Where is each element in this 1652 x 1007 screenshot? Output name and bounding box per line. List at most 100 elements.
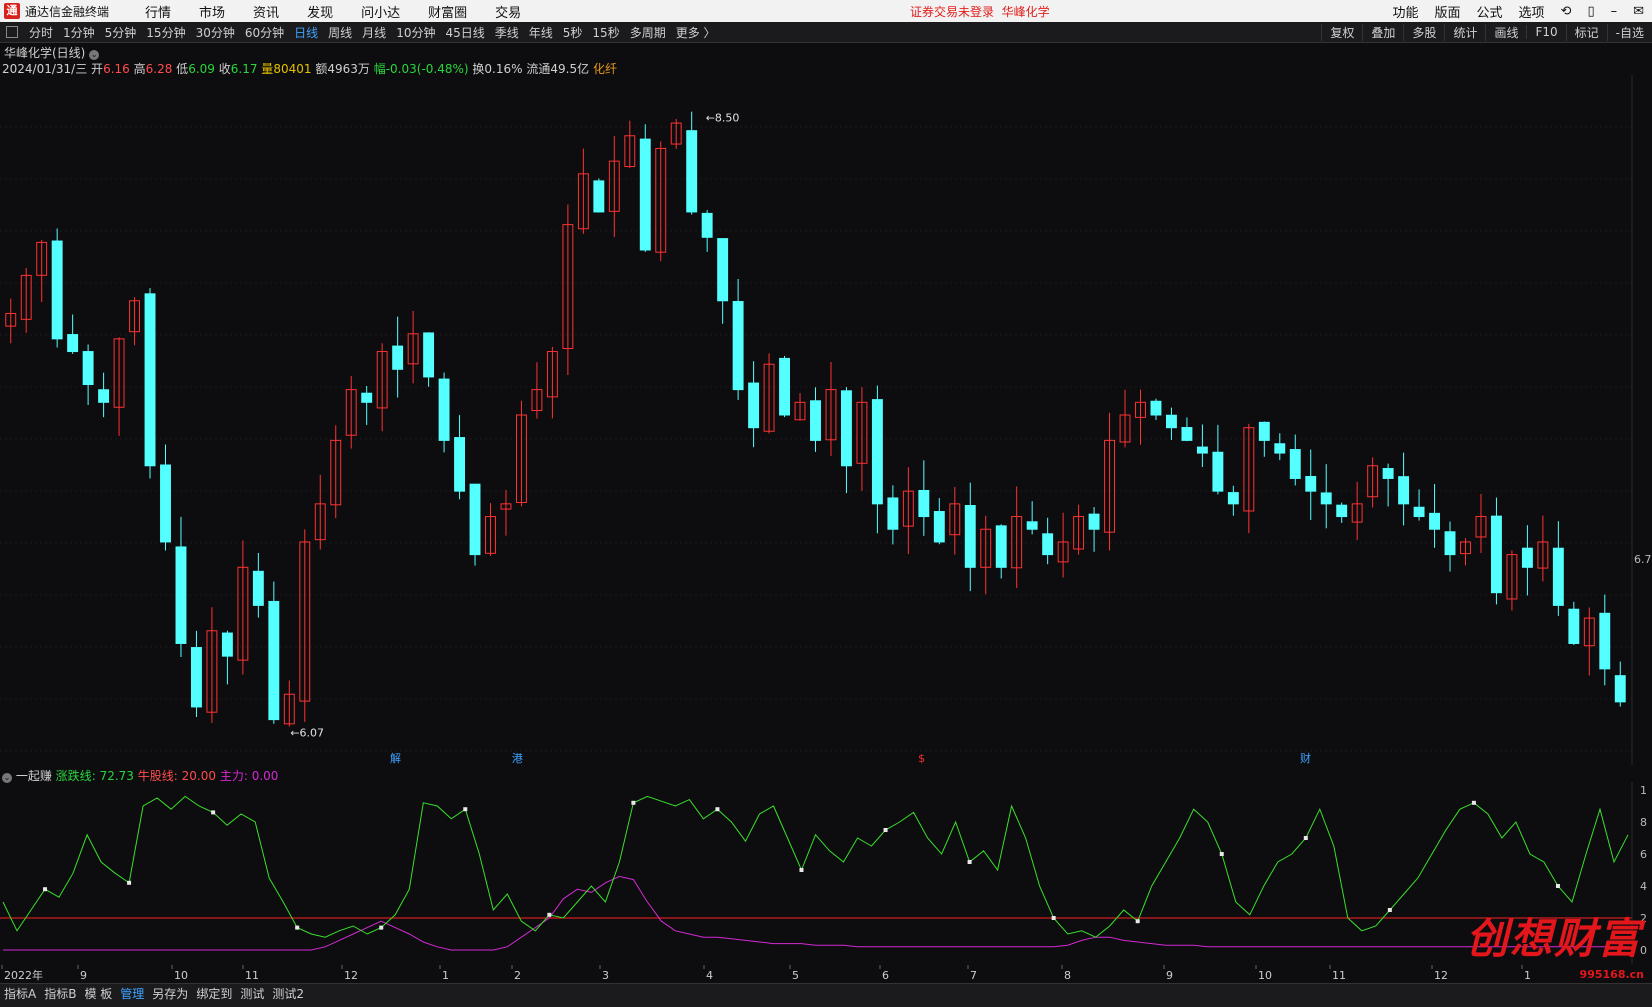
- menu-market[interactable]: 市场: [199, 2, 225, 21]
- x-tick-label: 8: [1064, 969, 1071, 982]
- close-value: 6.17: [230, 62, 258, 76]
- menu-news[interactable]: 资讯: [253, 2, 279, 21]
- float-cap: 流通49.5亿: [526, 62, 590, 76]
- period-weekly[interactable]: 周线: [328, 24, 352, 41]
- candle-body: [964, 505, 976, 568]
- x-tick-label: 12: [344, 969, 358, 982]
- candle-body: [1150, 400, 1162, 416]
- btn-watchlist[interactable]: -自选: [1606, 23, 1652, 41]
- btn-draw[interactable]: 画线: [1485, 23, 1526, 41]
- period-multi[interactable]: 多周期: [630, 24, 666, 41]
- app-logo-icon: 通: [4, 3, 20, 19]
- sector[interactable]: 化纤: [593, 62, 617, 76]
- btn-adjust[interactable]: 复权: [1321, 23, 1362, 41]
- period-yearly[interactable]: 年线: [529, 24, 553, 41]
- series-value-3: 0.00: [251, 769, 279, 783]
- notice-text: 证券交易未登录: [910, 5, 995, 19]
- signal-marker: [1471, 800, 1476, 805]
- candle-body: [701, 212, 713, 238]
- candle-body: [1413, 506, 1425, 518]
- tab-indicator-b[interactable]: 指标B: [40, 985, 80, 1002]
- x-tick-label: 5: [792, 969, 799, 982]
- period-45day[interactable]: 45日线: [445, 24, 484, 41]
- series-name-3: 主力: [219, 769, 244, 783]
- menu-discover[interactable]: 发现: [307, 2, 333, 21]
- signal-marker: [463, 807, 468, 812]
- bottom-tabs: 指标A 指标B 模 板 管理 另存为 绑定到 测试 测试2: [0, 983, 1652, 1002]
- period-30min[interactable]: 30分钟: [196, 24, 235, 41]
- x-tick-label: 7: [970, 969, 977, 982]
- period-daily[interactable]: 日线: [294, 24, 318, 41]
- tab-manage[interactable]: 管理: [116, 985, 148, 1002]
- indicator-tick-label: 6: [1640, 848, 1647, 861]
- candle-body: [191, 647, 202, 708]
- x-tick-label: 9: [80, 969, 87, 982]
- period-15min[interactable]: 15分钟: [146, 24, 185, 41]
- period-10min[interactable]: 10分钟: [396, 24, 435, 41]
- indicator-chart[interactable]: 186420: [0, 782, 1652, 964]
- login-notice[interactable]: 证券交易未登录 华峰化学: [910, 3, 1050, 20]
- menu-wealth-circle[interactable]: 财富圈: [428, 2, 467, 21]
- low-label: 低: [176, 62, 189, 76]
- menu-layout[interactable]: 版面: [1434, 2, 1460, 21]
- high-value: 6.28: [145, 62, 173, 76]
- candle-body: [469, 483, 481, 556]
- signal-marker: [967, 860, 972, 864]
- minimize-icon[interactable]: –: [1611, 4, 1618, 19]
- candle-body: [1320, 492, 1332, 505]
- btn-overlay[interactable]: 叠加: [1362, 23, 1403, 41]
- event-marker-3: 财: [1300, 751, 1311, 765]
- status-bar: [0, 1001, 1652, 1007]
- chevron-down-icon[interactable]: ⌄: [89, 50, 100, 60]
- candle-body: [841, 390, 852, 467]
- panel-toggle-icon[interactable]: [6, 26, 18, 38]
- refresh-icon[interactable]: ⟲: [1561, 4, 1572, 19]
- candlestick-chart[interactable]: ←8.50 ←6.07 解 港 $ 财 6.7: [0, 75, 1652, 765]
- signal-marker: [1387, 908, 1392, 912]
- period-intraday[interactable]: 分时: [29, 24, 53, 41]
- mail-icon[interactable]: ✉: [1633, 4, 1644, 19]
- candle-body: [1026, 521, 1038, 530]
- candle-body: [1042, 533, 1054, 556]
- menu-formula[interactable]: 公式: [1477, 2, 1503, 21]
- indicator-tick-label: 8: [1640, 816, 1647, 829]
- app-name: 通达信金融终端: [25, 4, 110, 19]
- candle-body: [454, 437, 466, 492]
- candle-body: [1258, 421, 1270, 441]
- tab-bind-to[interactable]: 绑定到: [192, 985, 236, 1002]
- candle-body: [918, 489, 930, 518]
- series-name-2: 牛股线: [137, 769, 174, 783]
- period-60min[interactable]: 60分钟: [245, 24, 284, 41]
- candle-body: [1212, 451, 1224, 492]
- tab-test[interactable]: 测试: [236, 985, 268, 1002]
- period-quarterly[interactable]: 季线: [495, 24, 519, 41]
- tab-template[interactable]: 模 板: [80, 985, 116, 1002]
- candle-body: [1429, 512, 1440, 530]
- menu-ask[interactable]: 问小达: [361, 2, 400, 21]
- btn-multi-stock[interactable]: 多股: [1403, 23, 1444, 41]
- period-15sec[interactable]: 15秒: [592, 24, 619, 41]
- menu-options[interactable]: 选项: [1519, 2, 1545, 21]
- period-monthly[interactable]: 月线: [362, 24, 386, 41]
- btn-mark[interactable]: 标记: [1565, 23, 1607, 41]
- stock-title: 华峰化学(日线) ⌄: [4, 44, 100, 61]
- phone-icon[interactable]: ▯: [1587, 4, 1594, 19]
- btn-stats[interactable]: 统计: [1444, 23, 1485, 41]
- tab-indicator-a[interactable]: 指标A: [0, 985, 40, 1002]
- candle-body: [98, 389, 110, 403]
- period-1min[interactable]: 1分钟: [63, 24, 95, 41]
- time-axis: 2022年 9 10 11 12 1 2 3 4 5 6 7 8 9 10 11 12 1: [1, 965, 1531, 982]
- candle-body: [252, 570, 264, 606]
- btn-f10[interactable]: F10: [1526, 25, 1565, 39]
- period-more[interactable]: 更多 〉: [676, 24, 716, 41]
- period-5sec[interactable]: 5秒: [563, 24, 583, 41]
- menu-quotes[interactable]: 行情: [145, 2, 171, 21]
- period-5min[interactable]: 5分钟: [105, 24, 137, 41]
- menu-function[interactable]: 功能: [1392, 2, 1418, 21]
- signal-marker: [799, 868, 804, 872]
- menu-trade[interactable]: 交易: [495, 2, 521, 21]
- candle-body: [423, 332, 435, 378]
- tab-test2[interactable]: 测试2: [268, 985, 308, 1002]
- tab-save-as[interactable]: 另存为: [148, 985, 192, 1002]
- signal-marker: [1303, 836, 1308, 840]
